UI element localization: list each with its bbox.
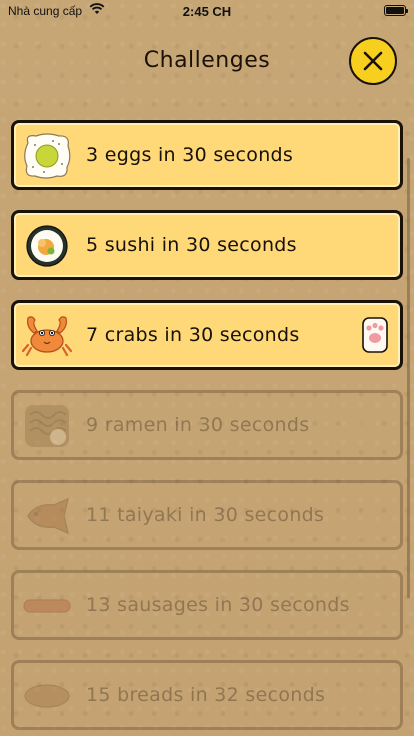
challenge-card-breads[interactable]: 15 breads in 32 seconds	[11, 660, 403, 730]
challenge-label: 13 sausages in 30 seconds	[86, 594, 350, 616]
bread-icon	[24, 684, 70, 708]
challenge-label: 7 crabs in 30 seconds	[86, 324, 300, 346]
challenge-label: 3 eggs in 30 seconds	[86, 144, 294, 166]
sausage-icon	[23, 599, 71, 613]
taiyaki-icon	[27, 497, 69, 535]
close-button[interactable]	[349, 37, 397, 85]
ramen-icon	[25, 405, 69, 447]
challenge-card-taiyaki[interactable]: 11 taiyaki in 30 seconds	[11, 480, 403, 550]
sushi-icon	[26, 225, 68, 267]
status-time: 2:45 CH	[182, 4, 232, 19]
challenge-label: 5 sushi in 30 seconds	[86, 234, 297, 256]
paw-icon	[362, 317, 388, 353]
challenge-card-eggs[interactable]: 3 eggs in 30 seconds	[11, 120, 403, 190]
challenge-card-ramen[interactable]: 9 ramen in 30 seconds	[11, 390, 403, 460]
challenge-label: 9 ramen in 30 seconds	[86, 414, 310, 436]
battery-icon	[384, 5, 408, 16]
status-bar: Nhà cung cấp 2:45 CH	[0, 0, 414, 22]
challenge-card-crabs[interactable]: 7 crabs in 30 seconds	[11, 300, 403, 370]
egg-icon	[24, 133, 71, 179]
challenge-label: 11 taiyaki in 30 seconds	[86, 504, 325, 526]
challenge-label: 15 breads in 32 seconds	[86, 684, 326, 706]
challenge-card-sushi[interactable]: 5 sushi in 30 seconds	[11, 210, 403, 280]
scrollbar[interactable]	[407, 158, 410, 598]
close-x-icon	[363, 51, 383, 71]
crab-icon	[22, 316, 72, 357]
challenge-card-sausages[interactable]: 13 sausages in 30 seconds	[11, 570, 403, 640]
